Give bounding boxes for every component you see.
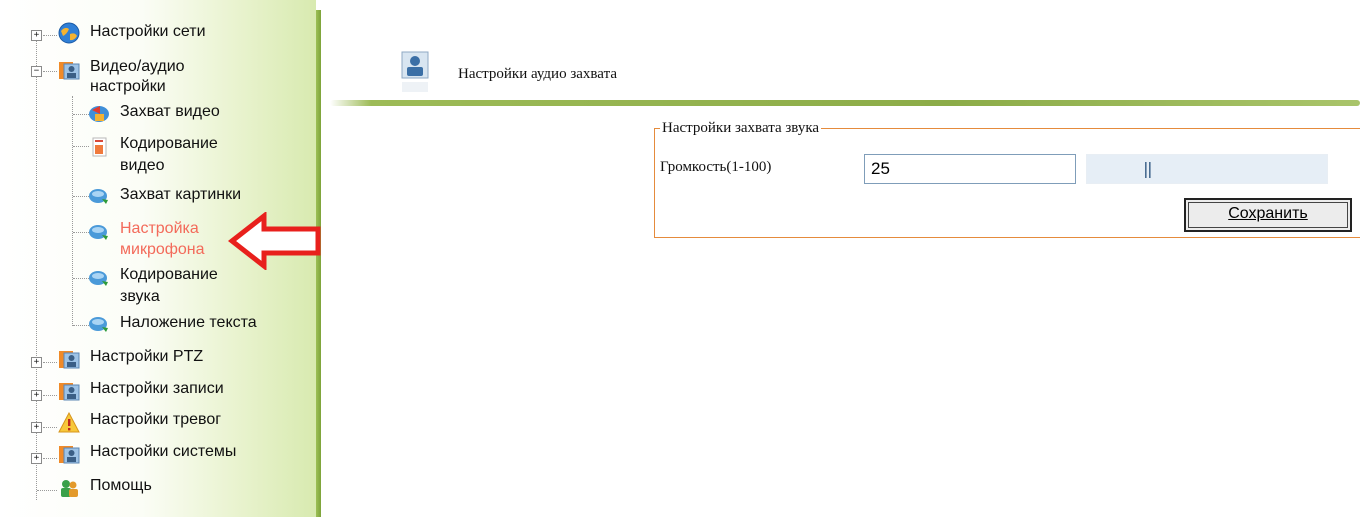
tree-line: [37, 490, 57, 491]
tree-line: [43, 458, 57, 459]
tree-line: [43, 35, 57, 36]
expand-toggle[interactable]: +: [31, 390, 42, 401]
user-folder-icon: [59, 62, 80, 80]
page-title: Настройки аудио захвата: [458, 66, 617, 82]
tree-line: [73, 196, 89, 197]
chat-bubble-icon: [89, 271, 108, 286]
tree-line: [72, 96, 73, 326]
tree-line: [43, 427, 57, 428]
help-users-icon: [61, 480, 78, 497]
chat-bubble-icon: [89, 225, 108, 240]
tree-line: [73, 146, 89, 147]
expand-toggle[interactable]: +: [31, 357, 42, 368]
user-folder-icon: [59, 446, 80, 464]
collapse-toggle[interactable]: −: [31, 66, 42, 77]
chat-bubble-icon: [89, 317, 108, 332]
header-divider: [330, 100, 1360, 106]
expand-toggle[interactable]: +: [31, 30, 42, 41]
tree-line: [73, 232, 89, 233]
save-button[interactable]: Сохранить: [1184, 198, 1352, 232]
tree-line: [43, 71, 57, 72]
network-globe-icon: [58, 22, 80, 44]
user-folder-icon: [59, 383, 80, 401]
video-capture-icon: [89, 106, 109, 122]
warning-icon: [58, 412, 80, 433]
tree-line: [43, 362, 57, 363]
tree-line: [73, 325, 89, 326]
annotation-arrow-icon: [228, 212, 321, 270]
slider-thumb[interactable]: [1143, 162, 1153, 178]
tree-line: [73, 278, 89, 279]
document-icon: [92, 137, 107, 157]
audio-capture-header-icon: [401, 51, 429, 92]
volume-input[interactable]: [864, 154, 1076, 184]
expand-toggle[interactable]: +: [31, 422, 42, 433]
user-folder-icon: [59, 351, 80, 369]
volume-slider[interactable]: [1086, 154, 1328, 184]
tree-line: [43, 395, 57, 396]
tree-line: [73, 114, 89, 115]
volume-label: Громкость(1-100): [660, 159, 772, 175]
chat-bubble-icon: [89, 189, 108, 204]
group-legend: Настройки захвата звука: [660, 120, 822, 137]
expand-toggle[interactable]: +: [31, 453, 42, 464]
